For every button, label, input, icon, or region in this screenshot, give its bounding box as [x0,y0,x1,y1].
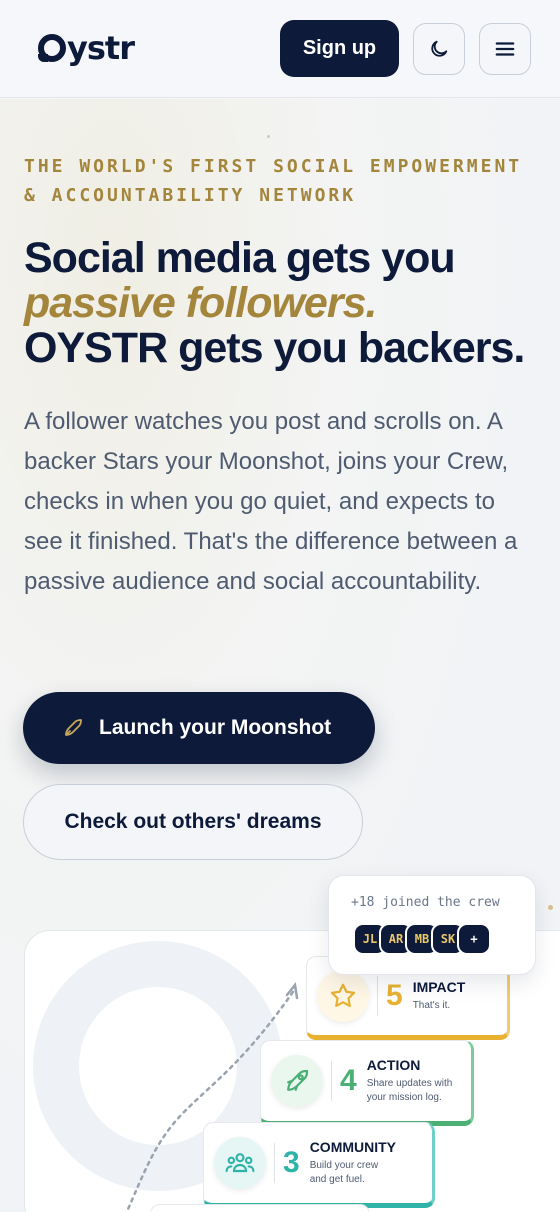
step-community: 3 COMMUNITY Build your crew and get fuel… [203,1122,435,1208]
step-desc-line-2: and get fuel. [309,1174,365,1185]
step-title: COMMUNITY [309,1139,397,1155]
hero-body: A follower watches you post and scrolls … [24,408,518,595]
step-divider [274,1143,275,1183]
step-number: 4 [340,1064,357,1097]
step-desc: Share updates with your mission log. [367,1077,453,1105]
people-icon [214,1137,266,1189]
decorative-dot [548,905,553,910]
step-content: IMPACT That's it. [413,979,466,1013]
star-icon [317,970,369,1022]
step-next-partial [150,1204,370,1212]
step-divider [377,976,378,1016]
logo-mark-icon [38,34,66,62]
step-desc: Build your crew and get fuel. [310,1159,396,1187]
signup-button[interactable]: Sign up [280,20,399,77]
decorative-speck [267,135,270,138]
launch-moonshot-button[interactable]: Launch your Moonshot [23,692,375,764]
launch-moonshot-label: Launch your Moonshot [99,716,332,739]
step-desc-line-1: Share updates with [366,1078,453,1089]
moon-icon [431,40,448,57]
hero-eyebrow: THE WORLD'S FIRST SOCIAL EMPOWERMENT & A… [24,156,523,206]
crew-count-label: +18 joined the crew [351,895,500,910]
crew-card: +18 joined the crew JL AR MB SK + [328,875,536,975]
theme-toggle-button[interactable] [413,23,465,75]
step-desc: That's it. [412,1000,451,1011]
logo-text: ystr [67,29,135,67]
headline-line-1: Social media gets you [24,234,456,282]
step-number: 3 [283,1146,300,1179]
step-content: COMMUNITY Build your crew and get fuel. [310,1139,396,1187]
step-divider [331,1061,332,1101]
headline-line-3: OYSTR gets you backers. [24,324,525,372]
others-dreams-button[interactable]: Check out others' dreams [23,784,363,860]
step-content: ACTION Share updates with your mission l… [367,1057,453,1105]
site-header: ystr Sign up [0,0,560,98]
hamburger-icon [495,42,515,56]
step-desc-line-2: your mission log. [366,1092,442,1103]
step-action: 4 ACTION Share updates with your mission… [260,1040,474,1126]
step-title: IMPACT [412,979,466,995]
crew-avatars: JL AR MB SK + [353,923,491,955]
avatar-more[interactable]: + [457,923,491,955]
menu-button[interactable] [479,23,531,75]
step-desc-line-1: Build your crew [309,1160,379,1171]
headline-accent: passive followers. [24,279,377,327]
hero-headline: Social media gets you passive followers.… [24,236,554,371]
rocket-icon [271,1055,323,1107]
step-number: 5 [386,979,403,1012]
rocket-icon [61,716,85,740]
oystr-logo[interactable]: ystr [38,29,135,67]
step-title: ACTION [366,1057,421,1073]
